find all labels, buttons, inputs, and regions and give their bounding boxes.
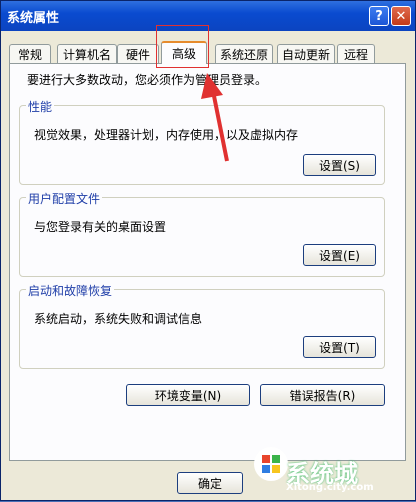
watermark-logo-icon [254,447,288,481]
pointer-arrow-icon [201,73,229,162]
system-properties-window: 系统属性 ? ✕ 常规 计算机名 硬件 高级 系统还原 自动更新 远程 要进行大… [0,0,416,501]
watermark-url: Xitong.city.com [286,482,374,493]
windows-flag-icon [262,455,280,473]
